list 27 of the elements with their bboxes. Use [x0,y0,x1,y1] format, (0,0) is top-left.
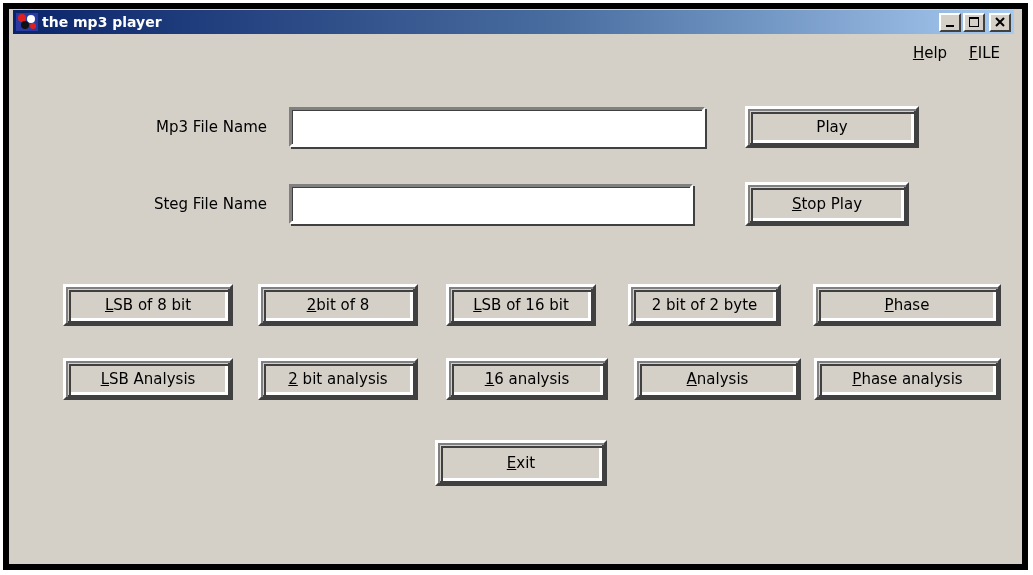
action-button[interactable]: Play [745,106,919,148]
method-button[interactable]: LSB of 16 bit [446,284,596,326]
menu-item[interactable]: FILE [969,44,1000,62]
menu-item[interactable]: Help [912,44,948,62]
analysis-button[interactable]: LSB Analysis [63,358,233,400]
window-title: the mp3 player [42,14,162,30]
analysis-button[interactable]: Phase analysis [814,358,1001,400]
close-button[interactable] [989,12,1011,32]
method-button[interactable]: 2 bit of 2 byte [628,284,781,326]
field-label: Steg File Name [152,195,268,213]
method-button[interactable]: LSB of 8 bit [63,284,233,326]
method-button[interactable]: Phase [813,284,1001,326]
maximize-icon [969,17,979,27]
method-button[interactable]: 2bit of 8 [258,284,418,326]
close-icon [995,17,1005,27]
action-button[interactable]: Stop Play [745,182,909,226]
app-icon [16,13,38,31]
exit-button[interactable]: Exit [435,440,607,486]
analysis-button[interactable]: Analysis [634,358,801,400]
analysis-button[interactable]: 2 bit analysis [258,358,418,400]
maximize-button[interactable] [963,12,985,32]
minimize-icon [946,24,954,27]
minimize-button[interactable] [939,12,961,32]
field-label: Mp3 File Name [155,118,268,136]
analysis-button[interactable]: 16 analysis [446,358,608,400]
input-field[interactable] [289,184,693,224]
input-field[interactable] [289,107,705,147]
